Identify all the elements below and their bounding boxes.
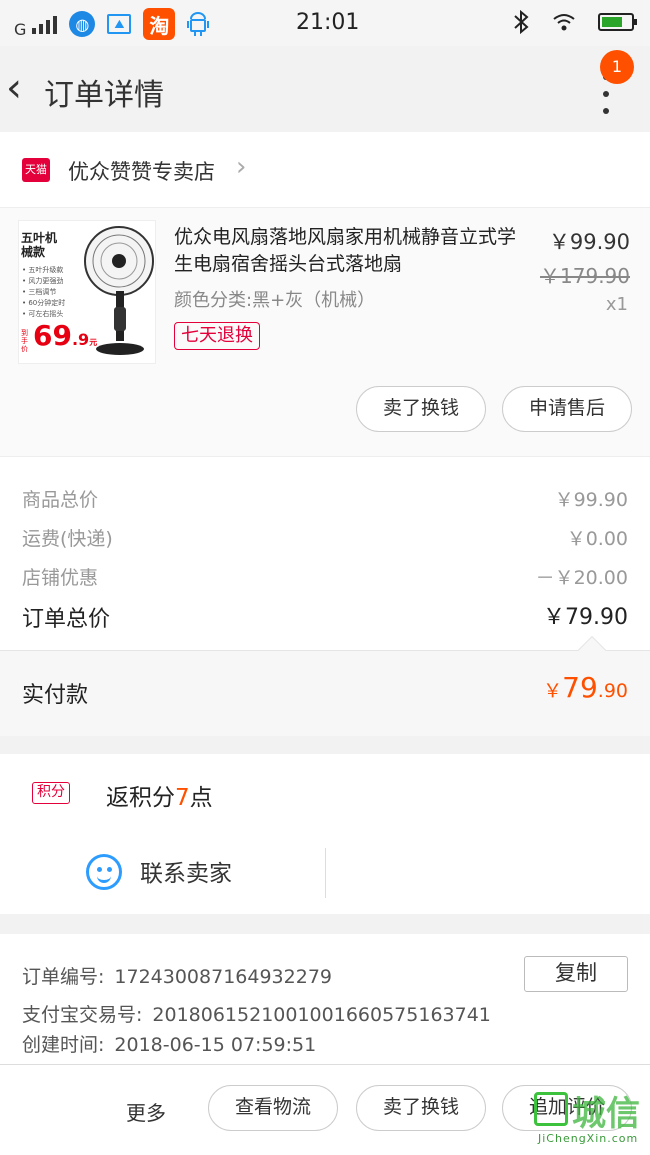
points-text: 返积分7点 [106,785,213,811]
contact-seller-label: 联系卖家 [140,861,232,887]
order-total-label: 订单总价 [22,607,111,632]
product-image[interactable]: 五叶机械款 • 五叶升级款 • 风力更强劲 • 三档调节 • 60分钟定时 • … [18,220,156,364]
bluetooth-icon [514,10,529,34]
contact-seller-button[interactable]: 联系卖家 [0,848,326,900]
subtotal-value: ￥99.90 [554,489,628,511]
watermark-logo: 城信 JiChengXin.com [534,1084,650,1150]
view-logistics-button[interactable]: 查看物流 [208,1085,338,1131]
fan-illustration [84,226,154,355]
chat-icon [86,854,122,890]
resell-button[interactable]: 卖了换钱 [356,386,486,432]
actual-payment-label: 实付款 [22,683,89,708]
shop-row[interactable]: 天猫 优众赞赞专卖店 › [0,132,650,208]
copy-button[interactable]: 复制 [524,956,628,992]
divider [325,848,326,898]
chevron-right-icon: › [236,152,247,182]
more-button[interactable]: 更多 [126,1097,166,1126]
image-headline: 五叶机械款 [21,231,58,259]
tmall-icon: 天猫 [22,158,50,182]
status-bar: G ◍ ⛰ 淘 21:01 [0,0,650,46]
discount-label: 店铺优惠 [22,567,99,589]
product-price: ￥99.90 [548,230,630,254]
gallery-icon: ⛰ [107,14,132,34]
battery-icon [598,13,637,31]
image-feature-list: • 五叶升级款 • 风力更强劲 • 三档调节 • 60分钟定时 • 可左右摇头 [22,266,66,318]
product-quantity: x1 [605,294,628,315]
browser-icon: ◍ [69,11,96,37]
notification-badge: 1 [600,50,634,84]
clock: 21:01 [296,10,360,35]
alipay-number: 支付宝交易号: 2018061521001001660575163741 [22,1004,491,1026]
product-original-price: ￥179.90 [540,264,630,288]
shipping-value: ￥0.00 [566,528,628,550]
carrier-label: G [14,19,27,39]
shipping-label: 运费(快递) [22,528,113,550]
actual-payment-value: ￥79.90 [543,671,628,704]
product-spec: 颜色分类:黑+灰（机械） [174,290,376,311]
shop-name[interactable]: 优众赞赞专卖店 [68,156,215,186]
taobao-icon: 淘 [143,8,176,40]
points-section: 积分 返积分7点 联系卖家 [0,754,650,914]
order-info: 订单编号: 172430087164932279 复制 支付宝交易号: 201806… [0,934,650,1064]
signal-icon [32,14,58,34]
product-card[interactable]: 五叶机械款 • 五叶升级款 • 风力更强劲 • 三档调节 • 60分钟定时 • … [0,208,650,456]
discount-value: －￥20.00 [535,567,628,589]
order-number: 订单编号: 172430087164932279 [22,966,332,988]
price-summary: 商品总价 ￥99.90 运费(快递) ￥0.00 店铺优惠 －￥20.00 订单… [0,456,650,650]
return-policy-badge: 七天退换 [174,322,260,350]
product-title[interactable]: 优众电风扇落地风扇家用机械静音立式学生电扇宿舍摇头台式落地扇 [174,224,526,278]
points-badge: 积分 [32,782,70,804]
wifi-icon [553,14,575,31]
resell-bottom-button[interactable]: 卖了换钱 [356,1085,486,1131]
nav-bar: ‹ 订单详情 1 [0,46,650,132]
actual-payment-row: 实付款 ￥79.90 [0,635,650,736]
page-title: 订单详情 [44,78,164,113]
subtotal-label: 商品总价 [22,489,99,511]
after-sale-button[interactable]: 申请售后 [502,386,632,432]
back-button[interactable]: ‹ [6,64,36,112]
order-total-value: ￥79.90 [543,605,628,630]
android-icon [187,12,210,36]
image-promo-label: 到手价 [21,329,28,353]
created-time: 创建时间: 2018-06-15 07:59:51 [22,1034,317,1056]
